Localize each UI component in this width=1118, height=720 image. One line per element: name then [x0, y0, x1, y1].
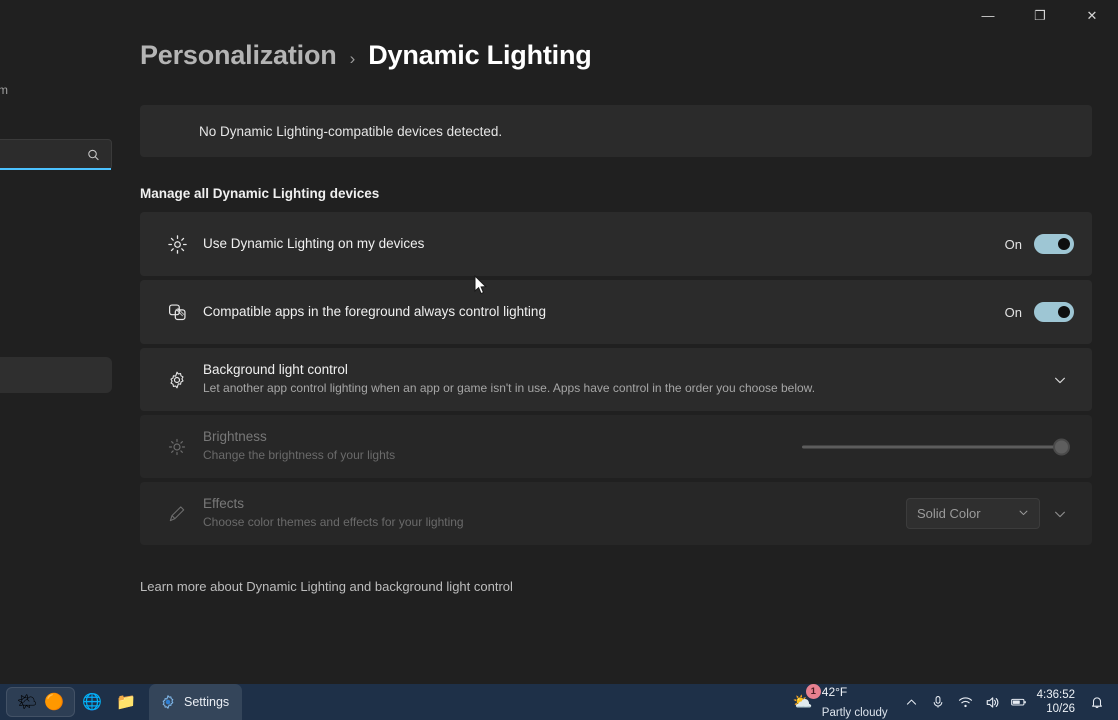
- volume-icon[interactable]: [979, 687, 1006, 717]
- chevron-down-icon: [1018, 507, 1029, 521]
- pinned-app-icon[interactable]: 🟠: [43, 691, 65, 713]
- slider-thumb[interactable]: [1053, 438, 1070, 455]
- taskbar-settings-label: Settings: [184, 695, 230, 709]
- effects-combobox[interactable]: Solid Color: [906, 498, 1040, 529]
- use-dynamic-lighting-toggle[interactable]: [1034, 234, 1074, 254]
- notification-badge: 1: [805, 684, 821, 699]
- brightness-slider[interactable]: [802, 437, 1070, 457]
- foreground-apps-toggle[interactable]: [1034, 302, 1074, 322]
- wifi-icon[interactable]: [952, 687, 979, 717]
- toggle-state-label: On: [1004, 304, 1022, 320]
- breadcrumb-parent[interactable]: Personalization: [140, 40, 337, 71]
- row-title: Compatible apps in the foreground always…: [203, 303, 546, 319]
- row-subtitle: Change the brightness of your lights: [203, 448, 396, 463]
- toggle-knob: [1058, 306, 1070, 318]
- breadcrumb: Personalization › Dynamic Lighting: [140, 40, 1092, 71]
- page-title: Dynamic Lighting: [368, 40, 592, 70]
- edge-icon[interactable]: 🌐: [75, 685, 109, 719]
- minimize-button[interactable]: —: [962, 0, 1014, 30]
- account-email: look.com: [0, 83, 9, 97]
- close-button[interactable]: ✕: [1066, 0, 1118, 30]
- taskbar: 🌤 🟠 🌐 📁 Settings ⛅ 1 42°F Partly cloudy: [0, 684, 1118, 720]
- search-icon: [88, 149, 99, 160]
- dynamic-lighting-icon: [160, 234, 194, 255]
- sidebar-item-selected[interactable]: [0, 357, 112, 393]
- row-background-light-control[interactable]: Background light control Let another app…: [140, 348, 1092, 411]
- effects-brush-icon: [160, 504, 194, 524]
- taskbar-item-settings[interactable]: Settings: [149, 684, 243, 720]
- weather-widget-icon[interactable]: 🌤: [16, 691, 38, 713]
- row-brightness: Brightness Change the brightness of your…: [140, 415, 1092, 478]
- file-explorer-icon[interactable]: 📁: [109, 685, 143, 719]
- chevron-down-icon[interactable]: [1046, 373, 1074, 387]
- row-subtitle: Choose color themes and effects for your…: [203, 515, 464, 530]
- show-hidden-icons-chevron[interactable]: [898, 687, 925, 717]
- row-title: Background light control: [203, 362, 348, 378]
- effects-expander-chevron-icon[interactable]: [1046, 507, 1074, 521]
- restore-button[interactable]: ❐: [1014, 0, 1066, 30]
- taskbar-clock[interactable]: 4:36:52 10/26: [1033, 688, 1083, 717]
- row-title: Use Dynamic Lighting on my devices: [203, 235, 425, 251]
- row-use-dynamic-lighting[interactable]: Use Dynamic Lighting on my devices On: [140, 212, 1092, 276]
- gear-icon: [162, 695, 174, 709]
- weather-condition: Partly cloudy: [821, 707, 888, 719]
- no-devices-banner: No Dynamic Lighting-compatible devices d…: [140, 105, 1092, 157]
- taskbar-left-group: 🌤 🟠 🌐 📁 Settings: [0, 684, 243, 720]
- brightness-icon: [160, 437, 194, 457]
- search-input[interactable]: [0, 139, 112, 170]
- taskbar-widgets-pill[interactable]: 🌤 🟠: [6, 687, 75, 717]
- weather-temperature: 42°F: [821, 685, 848, 699]
- row-subtitle: Let another app control lighting when an…: [203, 381, 816, 396]
- learn-more-link[interactable]: Learn more about Dynamic Lighting and ba…: [140, 579, 1092, 594]
- row-title: Effects: [203, 496, 245, 512]
- toggle-state-label: On: [1004, 236, 1022, 252]
- main-content: Personalization › Dynamic Lighting No Dy…: [140, 40, 1092, 594]
- settings-navigation-pane: el look.com: [0, 0, 112, 684]
- banner-text: No Dynamic Lighting-compatible devices d…: [199, 123, 503, 139]
- row-title: Brightness: [203, 429, 267, 445]
- microphone-icon[interactable]: [925, 687, 952, 717]
- row-effects: Effects Choose color themes and effects …: [140, 482, 1092, 545]
- foreground-apps-icon: [160, 302, 194, 323]
- system-tray: ⛅ 1 42°F Partly cloudy 4:36:52 10/26: [782, 684, 1118, 720]
- effects-selected-value: Solid Color: [917, 506, 981, 521]
- slider-track: [802, 445, 1060, 448]
- weather-tray-widget[interactable]: ⛅ 1 42°F Partly cloudy: [782, 682, 898, 720]
- section-heading: Manage all Dynamic Lighting devices: [140, 186, 380, 201]
- clock-date: 10/26: [1046, 703, 1075, 715]
- breadcrumb-separator: ›: [349, 49, 356, 68]
- clock-time: 4:36:52: [1036, 688, 1075, 701]
- bell-icon[interactable]: [1083, 687, 1110, 717]
- toggle-knob: [1058, 238, 1070, 250]
- window-controls: — ❐ ✕: [962, 0, 1118, 30]
- battery-icon[interactable]: [1006, 687, 1033, 717]
- settings-window: el look.com — ❐ ✕ Personalization › Dyna…: [0, 0, 1118, 720]
- row-foreground-apps[interactable]: Compatible apps in the foreground always…: [140, 280, 1092, 344]
- gear-icon: [160, 370, 194, 390]
- search-focus-underline: [0, 168, 111, 170]
